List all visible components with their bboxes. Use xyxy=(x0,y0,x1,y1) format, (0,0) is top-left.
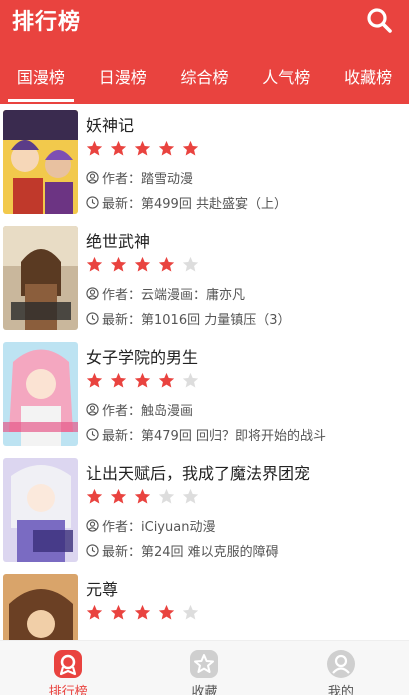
latest-text: 最新：第479回 回归？即将开始的战斗 xyxy=(102,429,326,444)
rating-stars xyxy=(86,140,199,158)
search-icon[interactable] xyxy=(365,6,393,34)
clock-icon xyxy=(86,196,99,209)
star-filled-icon xyxy=(134,256,151,272)
comic-cover xyxy=(3,458,78,562)
comic-title: 让出天赋后，我成了魔法界团宠 xyxy=(86,464,311,483)
latest-line: 最新：第499回 共赴盛宴（上） xyxy=(86,193,287,212)
author-line: 作者：触岛漫画 xyxy=(86,400,193,419)
star-filled-icon xyxy=(158,604,175,620)
star-filled-icon xyxy=(86,256,103,272)
user-icon xyxy=(86,171,99,184)
bottom-navigation: 排行榜 收藏 我的 xyxy=(0,640,409,695)
comic-title: 元尊 xyxy=(86,580,119,599)
star-empty-icon xyxy=(182,372,199,388)
comic-cover xyxy=(3,342,78,446)
author-text: 作者：iCiyuan动漫 xyxy=(102,520,216,535)
tab-renqi[interactable]: 人气榜 xyxy=(245,60,327,104)
star-filled-icon xyxy=(86,140,103,156)
latest-text: 最新：第499回 共赴盛宴（上） xyxy=(102,197,287,212)
star-filled-icon xyxy=(86,372,103,388)
star-filled-icon xyxy=(86,488,103,504)
clock-icon xyxy=(86,312,99,325)
author-text: 作者：踏雪动漫 xyxy=(102,172,194,187)
tab-zonghe[interactable]: 综合榜 xyxy=(164,60,246,104)
star-filled-icon xyxy=(158,372,175,388)
page-title: 排行榜 xyxy=(12,10,82,35)
author-text: 作者：触岛漫画 xyxy=(102,404,194,419)
category-tabs: 国漫榜 日漫榜 综合榜 人气榜 收藏榜 xyxy=(0,60,409,104)
star-filled-icon xyxy=(110,604,127,620)
nav-favorites[interactable]: 收藏 xyxy=(136,641,272,695)
star-filled-icon xyxy=(110,256,127,272)
nav-label: 排行榜 xyxy=(48,685,88,695)
star-filled-icon xyxy=(158,256,175,272)
tab-riman[interactable]: 日漫榜 xyxy=(82,60,164,104)
list-item[interactable]: 让出天赋后，我成了魔法界团宠 作者：iCiyuan动漫 最新：第24回 难以克服… xyxy=(0,452,409,568)
rating-stars xyxy=(86,488,199,506)
list-item[interactable]: 绝世武神 作者：云端漫画：庸亦凡 最新：第1016回 力量镇压（3） xyxy=(0,220,409,336)
star-filled-icon xyxy=(134,372,151,388)
latest-text: 最新：第1016回 力量镇压（3） xyxy=(102,313,291,328)
app-header: 排行榜 国漫榜 日漫榜 综合榜 人气榜 收藏榜 xyxy=(0,0,409,104)
latest-text: 最新：第24回 难以克服的障碍 xyxy=(102,545,279,560)
star-filled-icon xyxy=(134,140,151,156)
star-filled-icon xyxy=(86,604,103,620)
star-filled-icon xyxy=(158,140,175,156)
list-item[interactable]: 女子学院的男生 作者：触岛漫画 最新：第479回 回归？即将开始的战斗 xyxy=(0,336,409,452)
star-empty-icon xyxy=(158,488,175,504)
user-icon xyxy=(86,519,99,532)
comic-cover xyxy=(3,574,78,640)
star-icon xyxy=(190,650,219,678)
star-filled-icon xyxy=(110,488,127,504)
clock-icon xyxy=(86,544,99,557)
star-filled-icon xyxy=(110,140,127,156)
author-line: 作者：iCiyuan动漫 xyxy=(86,516,215,535)
rating-stars xyxy=(86,372,199,390)
latest-line: 最新：第479回 回归？即将开始的战斗 xyxy=(86,425,326,444)
user-icon xyxy=(86,287,99,300)
comic-title: 女子学院的男生 xyxy=(86,348,199,367)
comic-cover xyxy=(3,110,78,214)
rating-stars xyxy=(86,256,199,274)
list-item[interactable]: 元尊 xyxy=(0,568,409,640)
tab-guoman[interactable]: 国漫榜 xyxy=(0,60,82,104)
author-text: 作者：云端漫画：庸亦凡 xyxy=(102,288,246,303)
ranking-icon xyxy=(54,650,83,678)
user-icon xyxy=(326,650,355,678)
comic-cover xyxy=(3,226,78,330)
clock-icon xyxy=(86,428,99,441)
user-icon xyxy=(86,403,99,416)
star-filled-icon xyxy=(110,372,127,388)
tab-shoucang[interactable]: 收藏榜 xyxy=(327,60,409,104)
comic-title: 妖神记 xyxy=(86,116,135,135)
star-filled-icon xyxy=(134,604,151,620)
star-filled-icon xyxy=(182,140,199,156)
star-filled-icon xyxy=(134,488,151,504)
star-empty-icon xyxy=(182,256,199,272)
star-empty-icon xyxy=(182,604,199,620)
nav-label: 收藏 xyxy=(191,685,218,695)
star-empty-icon xyxy=(182,488,199,504)
author-line: 作者：云端漫画：庸亦凡 xyxy=(86,284,245,303)
author-line: 作者：踏雪动漫 xyxy=(86,168,193,187)
rating-stars xyxy=(86,604,199,622)
nav-profile[interactable]: 我的 xyxy=(273,641,409,695)
nav-label: 我的 xyxy=(327,685,354,695)
latest-line: 最新：第24回 难以克服的障碍 xyxy=(86,541,279,560)
list-item[interactable]: 妖神记 作者：踏雪动漫 最新：第499回 共赴盛宴（上） xyxy=(0,104,409,220)
nav-ranking[interactable]: 排行榜 xyxy=(0,641,136,695)
comic-title: 绝世武神 xyxy=(86,232,151,251)
ranking-list: 妖神记 作者：踏雪动漫 最新：第499回 共赴盛宴（上） 绝世武神 作者：云端漫… xyxy=(0,104,409,640)
latest-line: 最新：第1016回 力量镇压（3） xyxy=(86,309,291,328)
